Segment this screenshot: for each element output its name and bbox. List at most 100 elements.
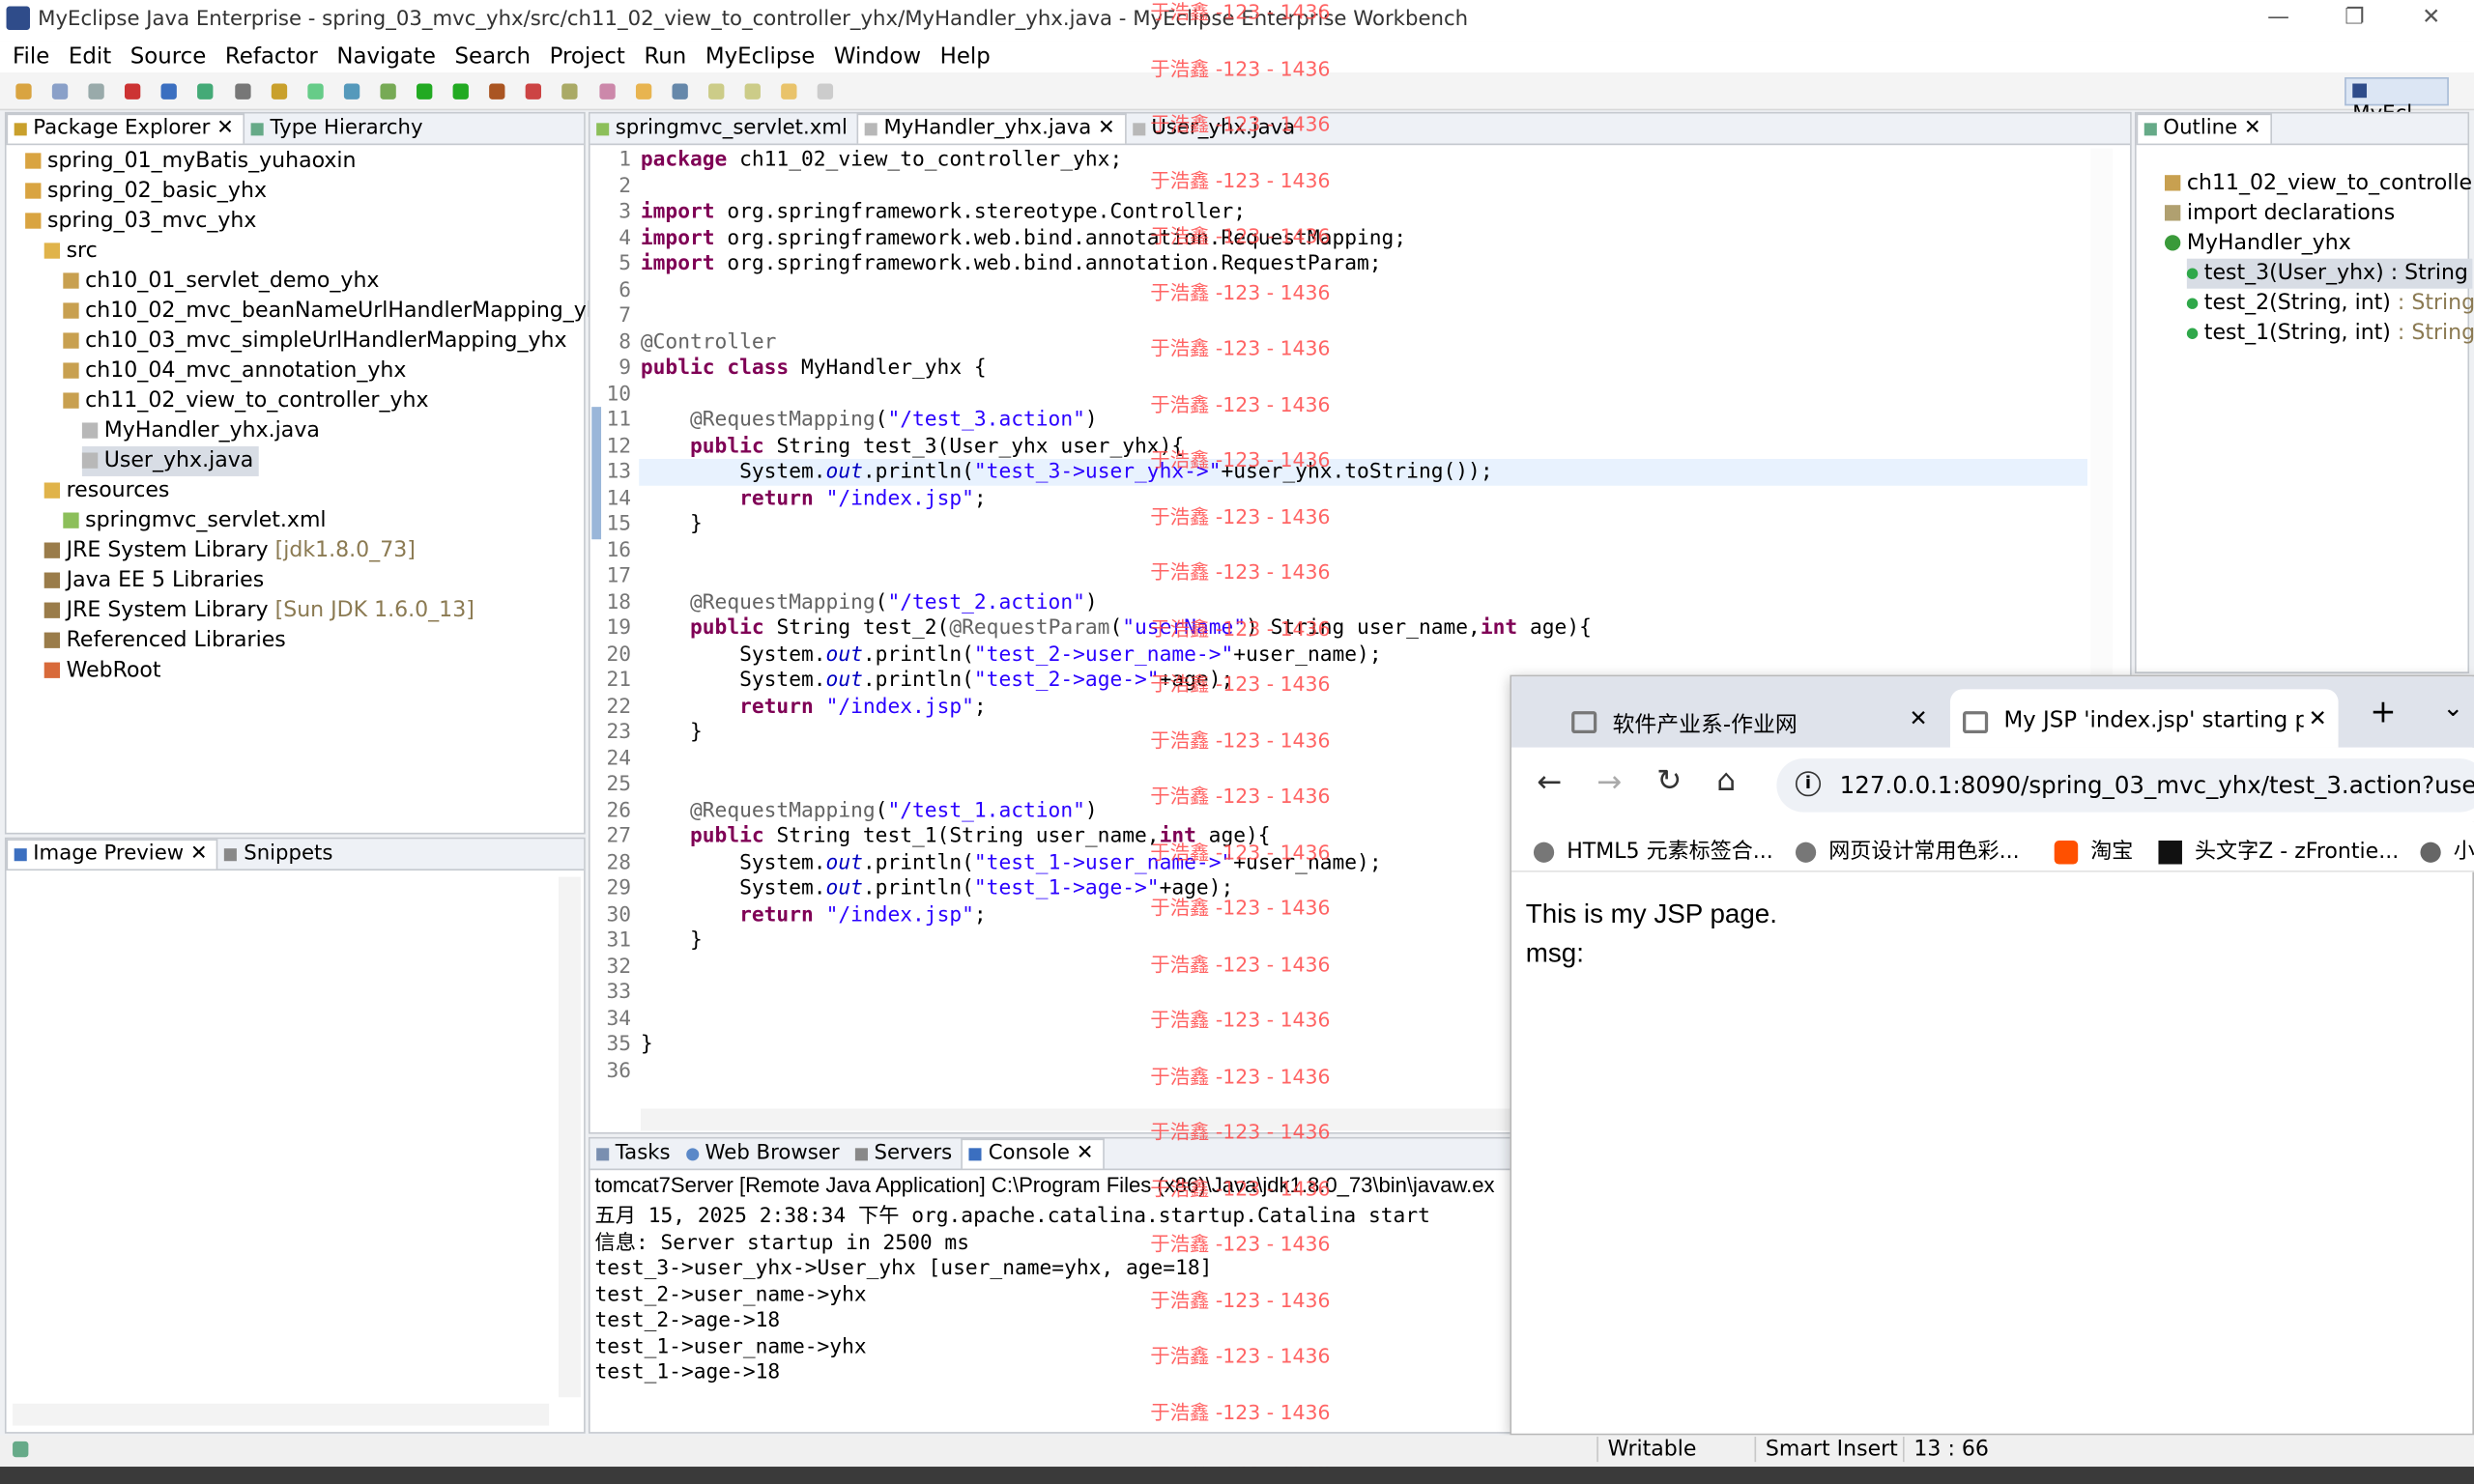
code-line[interactable]: public String test_3(User_yhx user_yhx){ — [641, 435, 1592, 461]
browser-tab-active[interactable]: My JSP 'index.jsp' starting pa ✕ — [1949, 689, 2339, 748]
tree-item-project[interactable]: spring_02_basic_yhx — [25, 177, 267, 207]
save-icon[interactable] — [52, 83, 69, 100]
bookmark-item[interactable]: 小 — [2420, 833, 2474, 865]
tab-myhandler-java[interactable]: MyHandler_yhx.java ✕ — [856, 113, 1127, 144]
menu-window[interactable]: Window — [834, 44, 921, 70]
close-tab-icon[interactable]: ✕ — [1910, 706, 1928, 731]
code-line[interactable]: System.out.println("test_2->user_name->"… — [641, 642, 1592, 669]
code-line[interactable]: @Controller — [641, 330, 1592, 357]
tab-springmvc-servlet-xml[interactable]: springmvc_servlet.xml — [590, 115, 857, 143]
print-icon[interactable] — [88, 83, 105, 100]
tab-servers[interactable]: Servers — [849, 1140, 962, 1168]
code-line[interactable]: @RequestMapping("/test_1.action") — [641, 799, 1592, 825]
outline-item-package[interactable]: ch11_02_view_to_controller_y — [2164, 169, 2474, 199]
site-info-icon[interactable]: i — [1795, 771, 1822, 797]
code-line[interactable]: public String test_1(String user_name,in… — [641, 825, 1592, 851]
menu-help[interactable]: Help — [940, 44, 991, 70]
outline-item-class[interactable]: MyHandler_yhx — [2164, 229, 2351, 259]
code-line[interactable]: } — [641, 721, 1592, 747]
open-task-icon[interactable] — [598, 83, 615, 100]
outline-item-method[interactable]: test_1(String, int) : String — [2186, 319, 2474, 349]
tree-item-xml-file[interactable]: springmvc_servlet.xml — [63, 506, 327, 536]
code-line[interactable]: @RequestMapping("/test_3.action") — [641, 409, 1592, 435]
code-line[interactable]: import org.springframework.web.bind.anno… — [641, 252, 1592, 278]
code-line[interactable]: System.out.println("test_1->age->"+age); — [641, 877, 1592, 903]
horizontal-scrollbar[interactable] — [13, 1403, 550, 1426]
tree-item-package[interactable]: ch10_01_servlet_demo_yhx — [63, 267, 379, 297]
tree-item-package[interactable]: ch10_04_mvc_annotation_yhx — [63, 357, 406, 386]
outline-item-method[interactable]: test_2(String, int) : String — [2186, 289, 2474, 319]
code-line[interactable] — [641, 981, 1592, 1007]
code-line[interactable] — [641, 304, 1592, 330]
bookmark-item[interactable]: HTML5 元素标签合... — [1533, 833, 1773, 865]
outline-item-imports[interactable]: import declarations — [2164, 199, 2395, 229]
tree-item-project[interactable]: spring_01_myBatis_yuhaoxin — [25, 147, 357, 177]
new-icon[interactable] — [15, 83, 32, 100]
perspective-switcher[interactable]: MyEcl... — [2345, 76, 2449, 127]
home-icon[interactable]: ⌂ — [1716, 763, 1736, 798]
code-line[interactable] — [641, 1007, 1592, 1033]
bookmark-item[interactable]: 网页设计常用色彩... — [1795, 833, 2020, 865]
forward-arrow-icon[interactable]: → — [1597, 765, 1622, 800]
tree-item-webroot[interactable]: WebRoot — [43, 656, 161, 686]
tree-item-library[interactable]: JRE System Library [Sun JDK 1.6.0_13] — [43, 596, 475, 626]
code-line[interactable]: System.out.println("test_1->user_name->"… — [641, 851, 1592, 877]
tab-web-browser[interactable]: Web Browser — [679, 1140, 849, 1168]
code-line[interactable]: } — [641, 512, 1592, 538]
tab-tasks[interactable]: Tasks — [590, 1140, 680, 1168]
menu-run[interactable]: Run — [644, 44, 686, 70]
close-tab-icon[interactable]: ✕ — [2303, 706, 2327, 732]
code-line[interactable] — [641, 1059, 1592, 1085]
coverage-icon[interactable] — [489, 83, 505, 100]
restore-button[interactable]: ❐ — [2345, 5, 2365, 30]
code-line[interactable] — [641, 383, 1592, 409]
code-text[interactable]: package ch11_02_view_to_controller_yhx; … — [641, 148, 1592, 1085]
code-line[interactable]: } — [641, 1033, 1592, 1059]
code-line[interactable]: import org.springframework.stereotype.Co… — [641, 200, 1592, 226]
browser-tab-inactive[interactable]: 软件产业系-作业网 ✕ — [1524, 689, 1950, 747]
prev-annotation-icon[interactable] — [744, 83, 761, 100]
annotation-icon[interactable] — [635, 83, 651, 100]
menu-navigate[interactable]: Navigate — [336, 44, 436, 70]
highlight-icon[interactable] — [671, 83, 688, 100]
search-icon[interactable] — [234, 83, 250, 100]
tree-item-java-file-selected[interactable]: User_yhx.java — [81, 445, 259, 476]
tree-item-library[interactable]: Referenced Libraries — [43, 626, 286, 656]
package-icon[interactable] — [271, 83, 287, 100]
browser-icon[interactable] — [197, 83, 215, 100]
bookmark-item[interactable]: 头文字Z - zFrontie... — [2158, 833, 2399, 865]
external-tools-icon[interactable] — [526, 83, 542, 100]
code-line[interactable] — [641, 174, 1592, 200]
back-icon[interactable] — [781, 83, 797, 100]
tab-list-chevron-icon[interactable]: ⌄ — [2442, 693, 2463, 723]
tab-package-explorer[interactable]: Package Explorer ✕ — [6, 113, 245, 144]
code-line[interactable]: @RequestMapping("/test_2.action") — [641, 590, 1592, 616]
debug-icon[interactable] — [380, 83, 396, 100]
menu-edit[interactable]: Edit — [69, 44, 111, 70]
reload-icon[interactable]: ↻ — [1656, 763, 1682, 798]
outline-item-method-selected[interactable]: test_3(User_yhx) : String — [2186, 258, 2473, 289]
code-line[interactable] — [641, 773, 1592, 799]
menu-myeclipse[interactable]: MyEclipse — [705, 44, 815, 70]
code-line[interactable]: import org.springframework.web.bind.anno… — [641, 226, 1592, 252]
code-line[interactable]: return "/index.jsp"; — [641, 695, 1592, 721]
back-arrow-icon[interactable]: ← — [1537, 765, 1562, 800]
refresh-icon[interactable] — [343, 83, 360, 100]
tree-item-library[interactable]: JRE System Library [jdk1.8.0_73] — [43, 536, 416, 566]
code-line[interactable]: System.out.println("test_3->user_yhx->"+… — [641, 461, 1592, 487]
run-last-icon[interactable] — [452, 83, 470, 100]
menu-search[interactable]: Search — [455, 44, 532, 70]
code-line[interactable] — [641, 955, 1592, 981]
code-line[interactable] — [641, 747, 1592, 773]
tree-item-package[interactable]: ch10_02_mvc_beanNameUrlHandlerMapping_yh… — [63, 297, 613, 327]
forward-icon[interactable] — [817, 83, 834, 100]
run-icon[interactable] — [417, 83, 433, 100]
code-line[interactable] — [641, 278, 1592, 304]
tree-item-project[interactable]: spring_03_mvc_yhx — [25, 207, 256, 237]
new-tab-button[interactable]: + — [2370, 693, 2396, 730]
code-line[interactable] — [641, 538, 1592, 564]
editor-horizontal-scrollbar[interactable] — [640, 1108, 1525, 1131]
code-line[interactable]: public class MyHandler_yhx { — [641, 357, 1592, 383]
code-line[interactable] — [641, 564, 1592, 590]
tab-image-preview[interactable]: Image Preview ✕ — [6, 839, 219, 870]
